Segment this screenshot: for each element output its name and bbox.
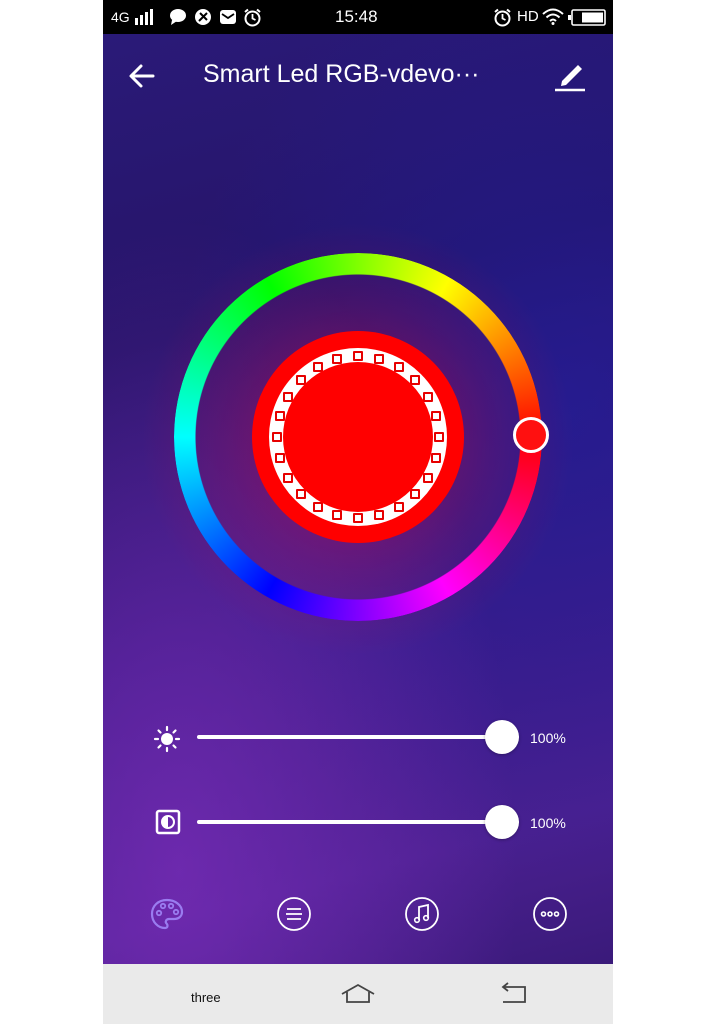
led-bead [431,452,442,463]
back-arrow-icon[interactable] [121,54,165,98]
led-bead [373,510,384,521]
led-bead [312,502,323,513]
led-bead [295,489,306,500]
wifi-icon [542,8,564,25]
led-bead [393,361,404,372]
brightness-slider-thumb[interactable] [485,720,519,754]
network-type: 4G [111,9,130,25]
system-navigation-bar: three [103,964,613,1024]
led-bead [373,353,384,364]
back-icon[interactable] [495,978,535,1010]
led-bead [431,411,442,422]
saturation-slider-track[interactable] [197,820,519,824]
led-bead [332,510,343,521]
led-bead [410,374,421,385]
signal-icon [135,9,153,25]
color-picker-handle[interactable] [513,417,549,453]
led-bead [272,432,282,442]
led-bead [353,513,363,523]
hd-indicator: HD [517,8,539,25]
alarm-icon [244,8,261,27]
led-bead [332,353,343,364]
saturation-value: 100% [530,815,566,831]
chat-bubble-icon [170,9,186,25]
nav-menu-label[interactable]: three [191,990,221,1005]
brightness-slider-track[interactable] [197,735,519,739]
palette-icon[interactable] [149,896,185,932]
more-icon[interactable] [532,896,568,932]
led-bead [423,472,434,483]
app-content: Smart Led RGB-vdevo··· 100% 100% [103,34,613,964]
music-icon[interactable] [404,896,440,932]
brightness-sun-icon [153,725,181,753]
led-bead [434,432,444,442]
led-bead [410,489,421,500]
led-bead [353,351,363,361]
led-bead [274,452,285,463]
led-bead [393,502,404,513]
status-bar: 4G 15:48 HD [103,0,613,34]
clock-time: 15:48 [335,7,378,26]
phone-screen: 4G 15:48 HD Smart Led RGB-vdevo··· 100% … [103,0,613,1024]
home-icon[interactable] [338,978,378,1010]
edit-pencil-icon[interactable] [548,54,592,98]
saturation-icon [155,809,181,835]
led-bead [423,391,434,402]
alarm-icon [494,8,511,27]
saturation-slider-thumb[interactable] [485,805,519,839]
battery-icon [568,9,606,26]
led-bead [274,411,285,422]
page-title: Smart Led RGB-vdevo··· [203,60,480,88]
brightness-value: 100% [530,730,566,746]
mail-icon [220,10,236,24]
list-icon[interactable] [276,896,312,932]
color-preview-center [283,362,433,512]
led-bead [282,472,293,483]
tools-app-icon [195,9,211,25]
